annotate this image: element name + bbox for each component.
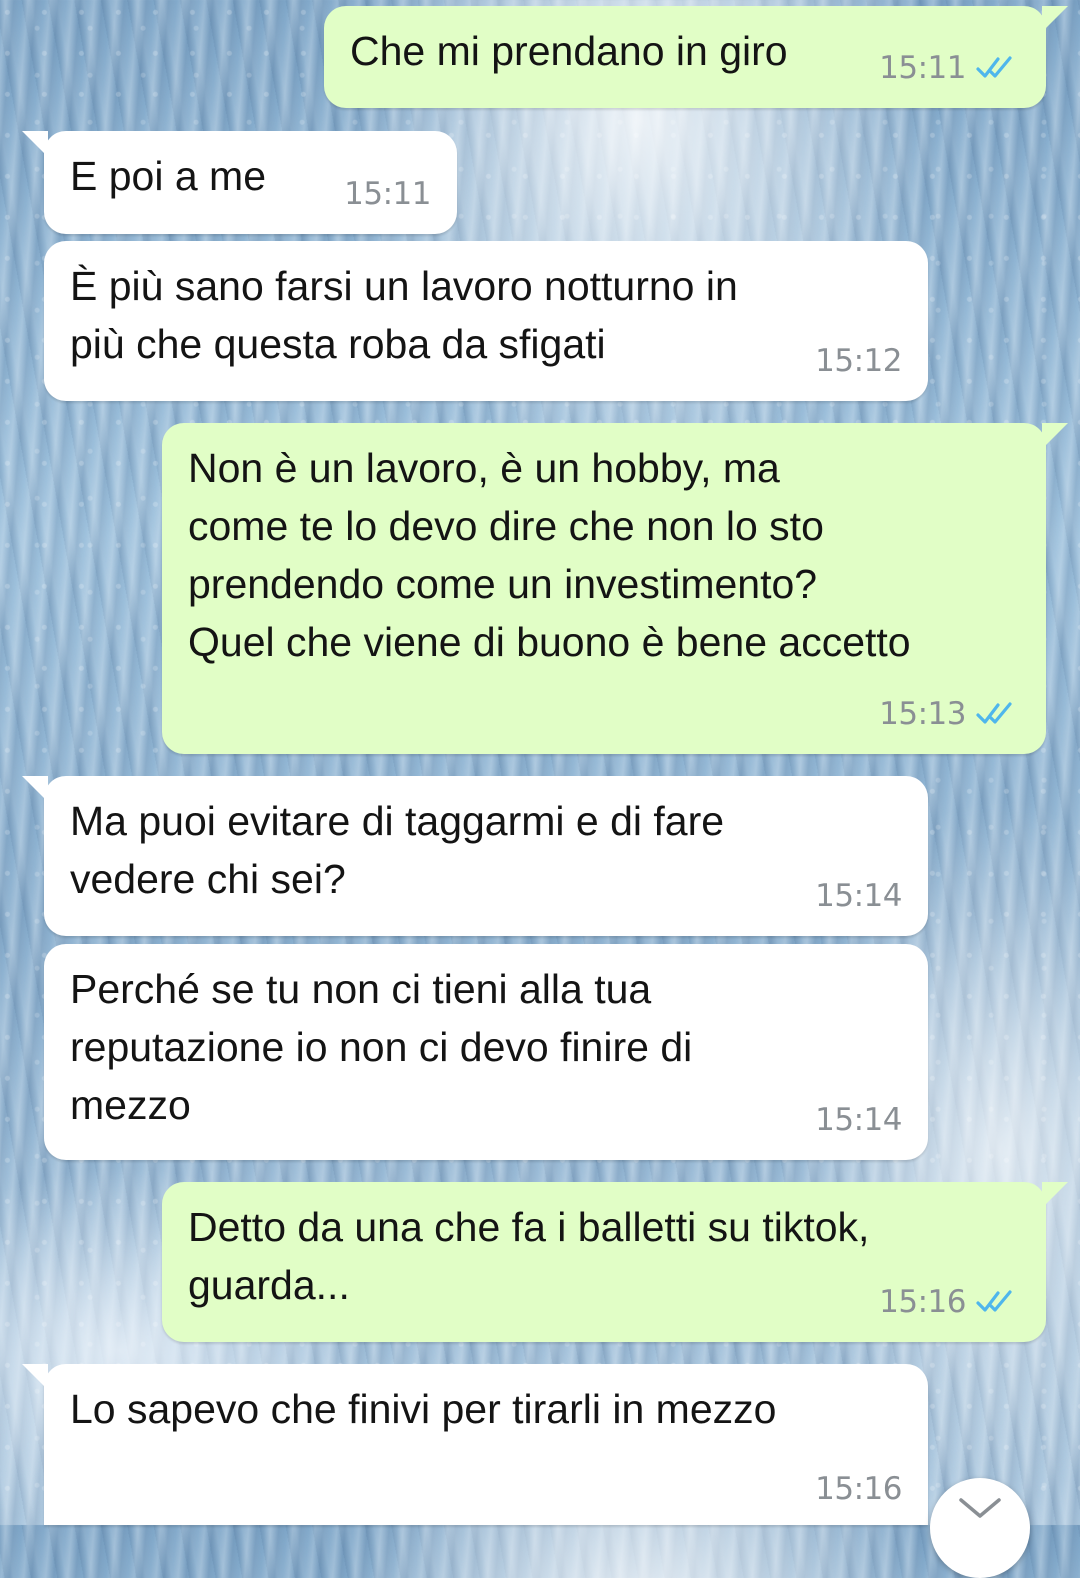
message-meta: 15:12 [815, 343, 902, 379]
message-incoming[interactable]: Lo sapevo che finivi per tirarli in mezz… [22, 1364, 928, 1525]
message-meta: 15:16 [879, 1284, 1020, 1320]
message-text: Perché se tu non ci tieni alla tua reput… [70, 966, 693, 1128]
message-incoming[interactable]: Ma puoi evitare di taggarmi e di fare ve… [22, 776, 928, 936]
message-time: 15:11 [344, 176, 431, 212]
message-outgoing[interactable]: Che mi prendano in giro 15:11 [324, 6, 1068, 108]
message-outgoing[interactable]: Non è un lavoro, è un hobby, ma come te … [162, 423, 1068, 754]
message-meta: 15:11 [879, 50, 1020, 86]
message-meta: 15:14 [815, 878, 902, 914]
message-incoming[interactable]: Perché se tu non ci tieni alla tua reput… [44, 944, 928, 1160]
message-text: È più sano farsi un lavoro notturno in p… [70, 263, 738, 367]
message-time: 15:11 [879, 50, 966, 86]
message-time: 15:14 [815, 878, 902, 914]
message-text: Lo sapevo che finivi per tirarli in mezz… [70, 1386, 777, 1432]
chevron-down-icon [959, 1498, 1001, 1518]
double-check-icon [976, 56, 1012, 78]
message-text: Non è un lavoro, è un hobby, ma come te … [188, 445, 911, 665]
message-outgoing[interactable]: Detto da una che fa i balletti su tiktok… [162, 1182, 1068, 1342]
message-meta: 15:14 [815, 1102, 902, 1138]
message-time: 15:16 [815, 1471, 902, 1507]
message-meta: 15:13 [879, 696, 1020, 732]
message-meta: 15:16 [815, 1471, 902, 1507]
message-time: 15:16 [879, 1284, 966, 1320]
double-check-icon [976, 1290, 1012, 1312]
message-time: 15:13 [879, 696, 966, 732]
message-meta: 15:11 [344, 176, 431, 212]
message-incoming[interactable]: E poi a me 15:11 [22, 131, 457, 234]
message-incoming[interactable]: È più sano farsi un lavoro notturno in p… [44, 241, 928, 401]
double-check-icon [976, 702, 1012, 724]
scroll-to-bottom-button[interactable] [930, 1478, 1030, 1578]
message-time: 15:14 [815, 1102, 902, 1138]
message-list[interactable]: Che mi prendano in giro 15:11 E poi a me… [0, 0, 1080, 1525]
message-time: 15:12 [815, 343, 902, 379]
message-text: Ma puoi evitare di taggarmi e di fare ve… [70, 798, 725, 902]
